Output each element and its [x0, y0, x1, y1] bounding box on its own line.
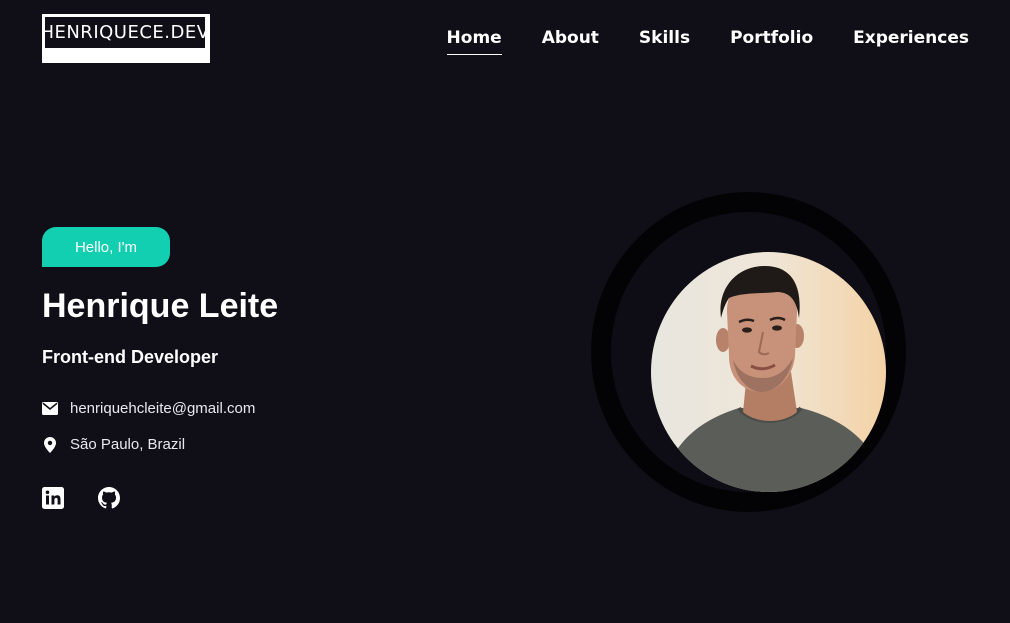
main-nav: Home About Skills Portfolio Experiences: [446, 27, 969, 55]
location-row: São Paulo, Brazil: [42, 436, 185, 453]
avatar: [651, 252, 886, 492]
avatar-ring: [591, 192, 906, 512]
github-icon[interactable]: [98, 487, 120, 509]
logo-frame: HENRIQUECE.DEV: [40, 15, 210, 50]
social-links: [42, 487, 120, 509]
nav-home[interactable]: Home: [446, 27, 502, 55]
avatar-frame: [611, 212, 886, 492]
email-text[interactable]: henriquehcleite@gmail.com: [70, 400, 255, 417]
page: HENRIQUECE.DEV Home About Skills Portfol…: [0, 0, 1010, 623]
map-pin-icon: [42, 436, 58, 453]
envelope-icon: [42, 402, 58, 415]
site-logo[interactable]: HENRIQUECE.DEV: [40, 14, 210, 63]
nav-experiences[interactable]: Experiences: [853, 27, 969, 55]
email-row: henriquehcleite@gmail.com: [42, 400, 255, 417]
nav-portfolio[interactable]: Portfolio: [730, 27, 813, 55]
greeting-badge: Hello, I'm: [42, 227, 170, 267]
location-text: São Paulo, Brazil: [70, 436, 186, 453]
nav-about[interactable]: About: [542, 27, 599, 55]
profile-name: Henrique Leite: [42, 287, 279, 325]
linkedin-icon[interactable]: [42, 487, 64, 509]
avatar-portrait: [661, 266, 886, 492]
nav-skills[interactable]: Skills: [639, 27, 690, 55]
logo-text: HENRIQUECE.DEV: [40, 22, 210, 43]
profile-role: Front-end Developer: [42, 347, 219, 367]
